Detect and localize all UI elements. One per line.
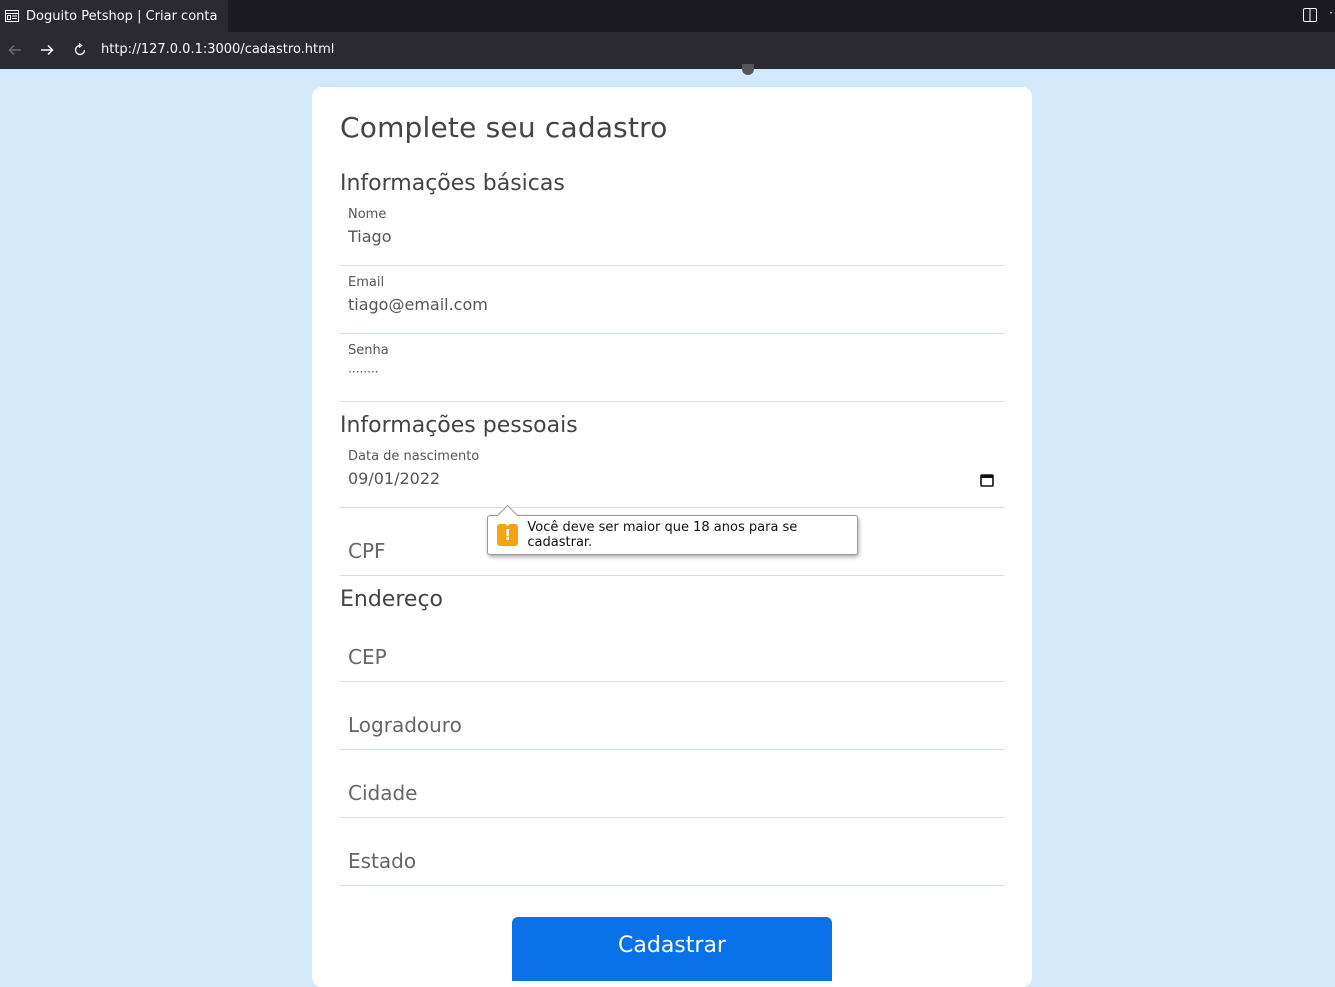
password-label: Senha: [348, 343, 389, 358]
browser-tab-bar: Doguito Petshop | Criar conta ·: [0, 0, 1335, 32]
warning-icon: !: [497, 524, 519, 546]
reload-button[interactable]: [71, 41, 89, 59]
cpf-placeholder: CPF: [348, 539, 386, 563]
email-value[interactable]: tiago@email.com: [348, 295, 488, 314]
street-field[interactable]: Logradouro: [340, 689, 1004, 750]
state-placeholder: Estado: [348, 849, 417, 873]
browser-tab[interactable]: Doguito Petshop | Criar conta: [0, 0, 228, 32]
city-placeholder: Cidade: [348, 781, 418, 805]
back-arrow-icon: [8, 44, 21, 56]
birthdate-value[interactable]: 09/01/2022: [348, 469, 440, 488]
birthdate-field[interactable]: Data de nascimento 09/01/2022: [340, 447, 1004, 508]
page-icon: [5, 10, 19, 22]
sidebar-toggle-icon[interactable]: [1303, 8, 1317, 22]
browser-toolbar: http://127.0.0.1:3000/cadastro.html: [0, 32, 1335, 69]
cep-field[interactable]: CEP: [340, 621, 1004, 682]
city-field[interactable]: Cidade: [340, 757, 1004, 818]
email-label: Email: [348, 275, 385, 290]
street-placeholder: Logradouro: [348, 713, 462, 737]
forward-button[interactable]: [38, 41, 56, 59]
submit-button[interactable]: Cadastrar: [512, 917, 832, 981]
forward-arrow-icon: [41, 44, 54, 56]
birthdate-label: Data de nascimento: [348, 449, 480, 464]
name-value[interactable]: Tiago: [348, 227, 391, 246]
name-field[interactable]: Nome Tiago: [340, 205, 1004, 266]
validation-message: Você deve ser maior que 18 anos para se …: [527, 520, 798, 550]
tab-overflow-icon[interactable]: ·: [1329, 6, 1333, 20]
section-personal-info: Informações pessoais: [340, 413, 578, 438]
page-title: Complete seu cadastro: [340, 111, 668, 144]
validation-tooltip: ! Você deve ser maior que 18 anos para s…: [487, 504, 858, 555]
password-value[interactable]: ········: [348, 365, 379, 379]
section-basic-info: Informações básicas: [340, 171, 565, 196]
cep-placeholder: CEP: [348, 645, 387, 669]
calendar-icon[interactable]: [980, 473, 994, 487]
password-field[interactable]: Senha ········: [340, 341, 1004, 402]
name-label: Nome: [348, 207, 387, 222]
reload-icon: [74, 43, 86, 56]
tab-title: Doguito Petshop | Criar conta: [26, 8, 218, 24]
state-field[interactable]: Estado: [340, 825, 1004, 886]
section-address: Endereço: [340, 587, 443, 612]
scroll-indicator: [742, 64, 754, 75]
email-field[interactable]: Email tiago@email.com: [340, 273, 1004, 334]
address-bar[interactable]: http://127.0.0.1:3000/cadastro.html: [101, 42, 334, 57]
back-button[interactable]: [6, 41, 24, 59]
